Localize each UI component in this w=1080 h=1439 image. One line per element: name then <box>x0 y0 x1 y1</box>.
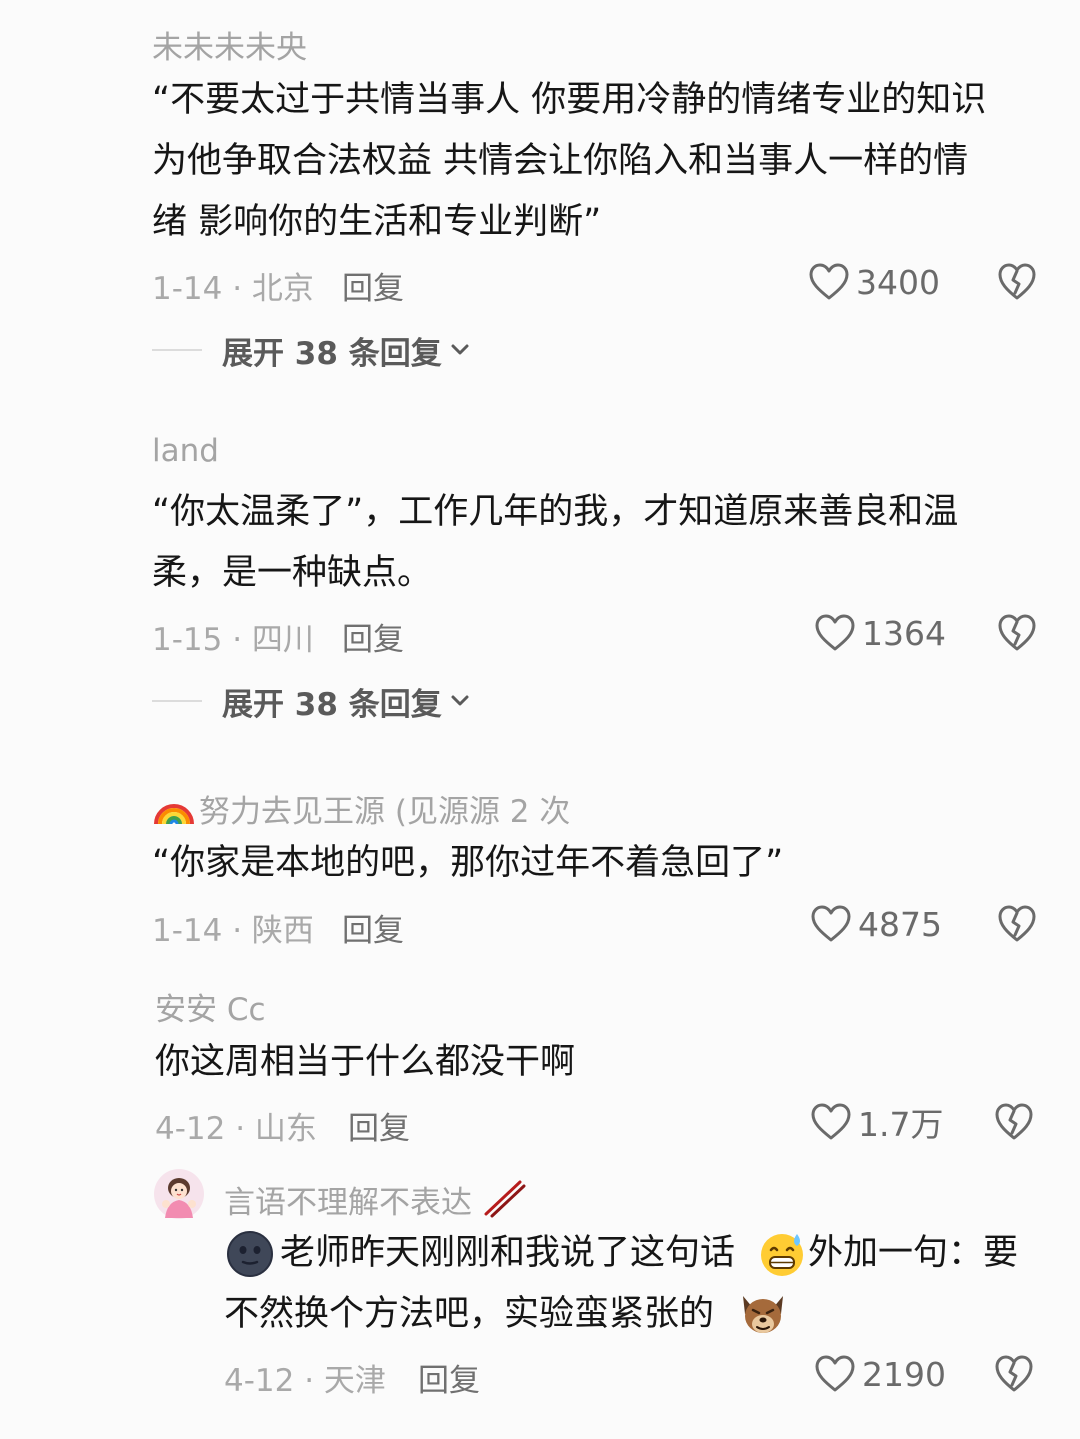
comment-username[interactable]: land <box>152 433 219 469</box>
comment-text-line: 不然换个方法吧，实验蛮紧张的 <box>224 1294 715 1334</box>
reply-button[interactable]: 回复 <box>342 905 404 950</box>
comment-text-line: 你这周相当于什么都没干啊 <box>155 1042 576 1082</box>
chevron-down-icon <box>451 695 469 706</box>
comment-date-location: 4-12 · 天津 <box>224 1363 386 1399</box>
comment-date-location: 1-15 · 四川 <box>152 622 314 658</box>
dislike-broken-heart-icon[interactable] <box>994 1102 1034 1142</box>
like-count: 1364 <box>862 613 946 653</box>
expand-replies-label: 展开 38 条回复 <box>222 335 442 372</box>
like-button[interactable]: 3400 <box>808 259 940 305</box>
expand-replies[interactable]: 展开 38 条回复 <box>152 679 470 723</box>
chopsticks-icon <box>484 1180 526 1218</box>
chevron-down-icon <box>451 344 469 355</box>
comment-text-line: 为他争取合法权益 共情会让你陷入和当事人一样的情 <box>152 141 969 181</box>
dislike-broken-heart-icon[interactable] <box>997 262 1037 302</box>
like-button[interactable]: 4875 <box>810 901 942 947</box>
comment-username[interactable]: 安安 Cc <box>155 984 266 1029</box>
heart-icon <box>811 1103 851 1140</box>
like-count: 2190 <box>862 1354 946 1394</box>
comment-text-line: 绪 影响你的生活和专业判断” <box>152 202 602 242</box>
heart-icon <box>811 905 851 942</box>
comment-text-line: 老师昨天刚刚和我说了这句话 <box>280 1233 736 1273</box>
like-count: 4875 <box>858 904 942 944</box>
comment-text-line: “你家是本地的吧，那你过年不着急回了” <box>152 843 784 883</box>
expand-replies-label: 展开 38 条回复 <box>222 686 442 723</box>
heart-icon <box>815 1355 855 1392</box>
comment-text-line: “不要太过于共情当事人 你要用冷静的情绪专业的知识 <box>152 80 987 120</box>
dislike-broken-heart-icon[interactable] <box>997 613 1037 653</box>
dislike-broken-heart-icon[interactable] <box>997 904 1037 944</box>
comment-username[interactable]: 努力去见王源 (见源源 2 次 <box>199 786 570 831</box>
like-count: 3400 <box>856 262 940 302</box>
like-count: 1.7万 <box>858 1105 944 1144</box>
comment-username[interactable]: 未未未未央 <box>152 22 307 67</box>
comment-username[interactable]: 言语不理解不表达 <box>224 1177 472 1222</box>
like-button[interactable]: 1364 <box>814 610 946 656</box>
rainbow-icon <box>154 804 194 825</box>
expand-divider <box>152 349 202 351</box>
comment-text-line: “你太温柔了”，工作几年的我，才知道原来善良和温 <box>152 492 959 532</box>
comment-text-line: 柔，是一种缺点。 <box>152 553 433 593</box>
comment-date-location: 4-12 · 山东 <box>155 1111 317 1147</box>
comment-date-location: 1-14 · 陕西 <box>152 913 314 949</box>
heart-icon <box>809 263 849 300</box>
expand-divider <box>152 700 202 702</box>
like-button[interactable]: 1.7万 <box>810 1099 943 1145</box>
like-button[interactable]: 2190 <box>814 1351 946 1397</box>
sweat-grin-emoji <box>761 1234 803 1276</box>
heart-icon <box>815 614 855 651</box>
reply-button[interactable]: 回复 <box>418 1355 480 1400</box>
dislike-broken-heart-icon[interactable] <box>994 1354 1034 1394</box>
expand-replies[interactable]: 展开 38 条回复 <box>152 328 470 372</box>
dog-emoji <box>743 1296 783 1333</box>
avatar-icon[interactable] <box>153 1168 205 1220</box>
comment-text-line: 外加一句：要 <box>808 1233 1019 1273</box>
reply-button[interactable]: 回复 <box>342 263 404 308</box>
reply-button[interactable]: 回复 <box>342 614 404 659</box>
reply-button[interactable]: 回复 <box>348 1103 410 1148</box>
dark-face-emoji <box>227 1231 273 1277</box>
comment-date-location: 1-14 · 北京 <box>152 271 314 307</box>
